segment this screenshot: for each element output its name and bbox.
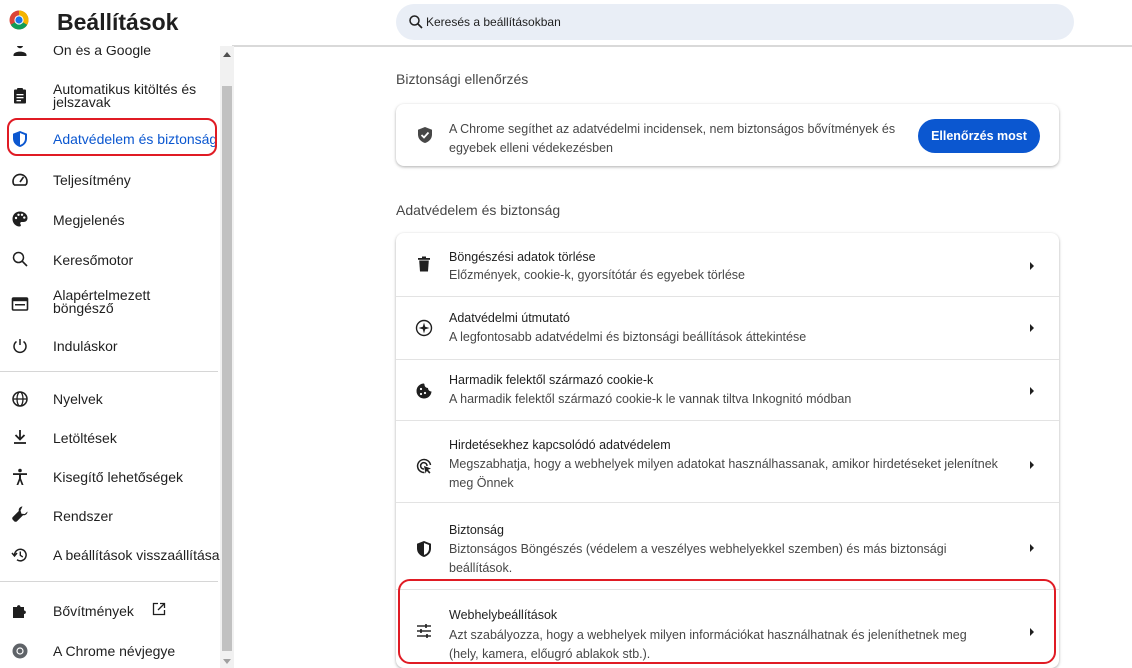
row-description: A legfontosabb adatvédelmi és biztonsági… (449, 330, 807, 344)
annotation-highlight-site-settings (398, 579, 1056, 664)
row-clear-browsing-data[interactable]: Böngészési adatok törlése Előzmények, co… (396, 233, 1059, 296)
gauge-icon (12, 173, 28, 186)
puzzle-icon (13, 605, 26, 618)
row-title: Böngészési adatok törlése (449, 250, 596, 264)
trash-icon (418, 256, 430, 272)
chevron-right-icon (1030, 544, 1034, 552)
chrome-logo (9, 10, 29, 30)
row-privacy-guide[interactable]: Adatvédelmi útmutató A legfontosabb adat… (396, 297, 1059, 359)
person-icon (13, 46, 27, 56)
row-description: Előzmények, cookie-k, gyorsítótár és egy… (449, 268, 745, 282)
chrome-icon (12, 643, 28, 659)
sidebar-item-label: A beállítások visszaállítása (53, 547, 220, 563)
search-placeholder: Keresés a beállításokban (426, 15, 561, 29)
sidebar-item-performance[interactable]: Teljesítmény (0, 168, 222, 192)
cookie-icon (416, 383, 432, 399)
check-now-button[interactable]: Ellenőrzés most (918, 119, 1040, 153)
sidebar-item-extensions[interactable]: Bővítmények (0, 599, 222, 623)
sidebar-divider (0, 581, 218, 582)
sidebar-item-search-engine[interactable]: Keresőmotor (0, 248, 222, 272)
sidebar-item-autofill[interactable]: Automatikus kitöltés és jelszavak (0, 78, 222, 114)
sidebar-item-you-and-google[interactable]: Ön és a Google (0, 46, 222, 62)
search-icon (12, 251, 28, 267)
sidebar-item-label: Kisegítő lehetőségek (53, 469, 183, 485)
download-icon (14, 430, 26, 444)
compass-icon (415, 319, 433, 337)
row-security[interactable]: Biztonság Biztonságos Böngészés (védelem… (396, 503, 1059, 589)
sidebar-item-label: A Chrome névjegye (53, 643, 176, 659)
restore-icon (11, 548, 27, 562)
sidebar-item-on-startup[interactable]: Induláskor (0, 334, 222, 358)
sidebar-item-default-browser[interactable]: Alapértelmezett böngésző (0, 284, 222, 320)
chevron-right-icon (1030, 324, 1034, 332)
sidebar-item-label: Induláskor (53, 338, 118, 354)
wrench-icon (12, 506, 28, 522)
row-description: Biztonságos Böngészés (védelem a veszély… (449, 542, 947, 575)
sidebar-item-label: Ön és a Google (53, 46, 152, 58)
palette-icon (12, 211, 28, 227)
safety-check-text: A Chrome segíthet az adatvédelmi inciden… (449, 122, 896, 155)
sidebar-item-reset-settings[interactable]: A beállítások visszaállítása (0, 543, 222, 567)
globe-icon (12, 391, 28, 407)
header-divider (232, 45, 1132, 47)
sidebar-item-label: Automatikus kitöltés és jelszavak (53, 81, 197, 110)
row-title: Hirdetésekhez kapcsolódó adatvédelem (449, 438, 671, 452)
sidebar-item-languages[interactable]: Nyelvek (0, 387, 222, 411)
safety-check-section-title: Biztonsági ellenőrzés (396, 71, 529, 87)
sidebar-item-label: Bővítmények (53, 603, 134, 619)
search-icon (409, 15, 423, 29)
shield-icon (417, 541, 431, 557)
scroll-down-arrow-icon[interactable] (223, 659, 231, 664)
scroll-up-arrow-icon[interactable] (223, 52, 231, 57)
safety-check-card: A Chrome segíthet az adatvédelmi inciden… (396, 104, 1059, 166)
row-third-party-cookies[interactable]: Harmadik felektől származó cookie-k A ha… (396, 360, 1059, 419)
ad-privacy-icon (416, 458, 432, 474)
external-link-icon (152, 602, 166, 616)
sidebar-item-label: Megjelenés (53, 212, 125, 228)
sidebar-item-appearance[interactable]: Megjelenés (0, 208, 222, 232)
chevron-right-icon (1030, 387, 1034, 395)
chevron-right-icon (1030, 262, 1034, 270)
sidebar-item-label: Letöltések (53, 430, 117, 446)
row-ad-privacy[interactable]: Hirdetésekhez kapcsolódó adatvédelem Meg… (396, 421, 1059, 502)
page-title: Beállítások (57, 9, 179, 35)
privacy-section-title: Adatvédelem és biztonság (396, 202, 561, 218)
accessibility-icon (13, 468, 27, 485)
sidebar-item-label: Rendszer (53, 508, 113, 524)
sidebar-item-accessibility[interactable]: Kisegítő lehetőségek (0, 465, 222, 489)
row-title: Harmadik felektől származó cookie-k (449, 373, 654, 387)
sidebar-item-about-chrome[interactable]: A Chrome névjegye (0, 639, 222, 663)
sidebar-item-system[interactable]: Rendszer (0, 504, 222, 528)
sidebar-item-label: Teljesítmény (53, 172, 131, 188)
row-description: A harmadik felektől származó cookie-k le… (449, 392, 852, 406)
sidebar-item-downloads[interactable]: Letöltések (0, 426, 222, 450)
row-description: Megszabhatja, hogy a webhelyek milyen ad… (449, 457, 998, 490)
sidebar-item-label: Keresőmotor (53, 252, 134, 268)
power-icon (13, 339, 27, 354)
annotation-highlight-sidebar (7, 118, 217, 156)
search-input[interactable]: Keresés a beállításokban (396, 4, 1074, 40)
sidebar-divider (0, 371, 218, 372)
sidebar-scrollbar-thumb[interactable] (222, 86, 232, 651)
shield-check-icon (418, 127, 432, 143)
header: Beállítások Keresés a beállításokban (0, 0, 1132, 46)
clipboard-icon (14, 88, 26, 104)
row-title: Adatvédelmi útmutató (449, 311, 570, 325)
sidebar-item-label: Nyelvek (53, 391, 103, 407)
sidebar-item-label: Alapértelmezett böngésző (53, 287, 151, 316)
row-title: Biztonság (449, 523, 504, 537)
chevron-right-icon (1030, 461, 1034, 469)
browser-window-icon (11, 297, 29, 311)
